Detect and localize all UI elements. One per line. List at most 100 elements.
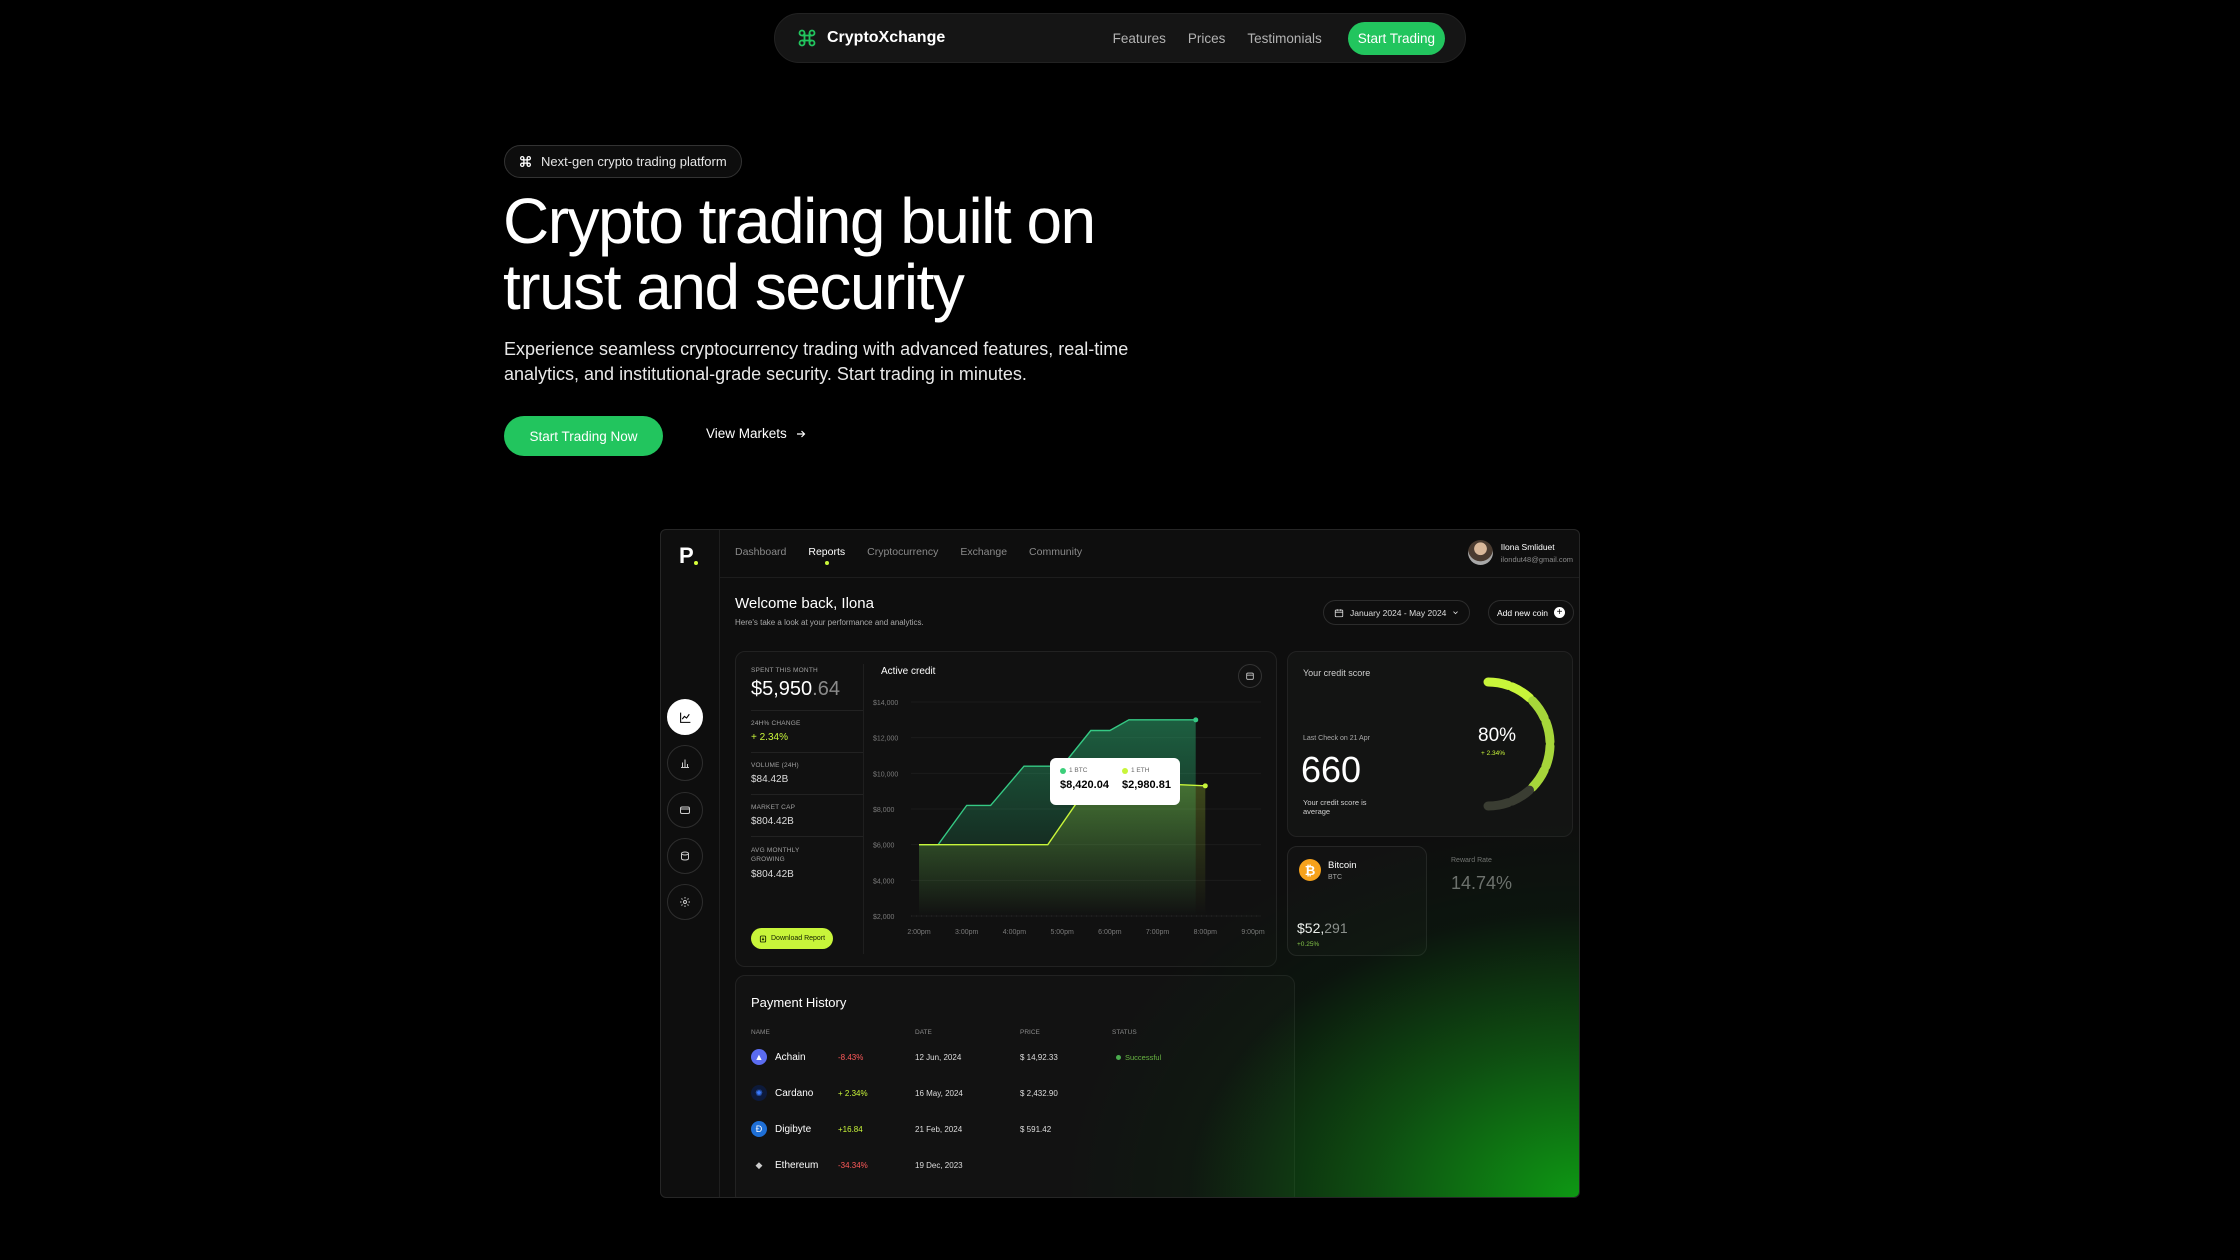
nav-link-features[interactable]: Features: [1113, 31, 1166, 46]
tab-dashboard[interactable]: Dashboard: [735, 546, 786, 558]
y-tick-label: $14,000: [873, 700, 898, 707]
download-report-button[interactable]: Download Report: [751, 928, 834, 949]
ethereum-icon: ◆: [755, 1159, 763, 1170]
welcome-title: Welcome back, Ilona: [735, 595, 874, 612]
gauge-segment: [1483, 677, 1513, 690]
sidebar-coins-button[interactable]: [667, 838, 703, 874]
col-header-name: NAME: [751, 1029, 770, 1036]
welcome-subtitle: Here's take a look at your performance a…: [735, 618, 924, 627]
x-tick-label: 5:00pm: [1050, 929, 1074, 936]
x-tick-label: 9:00pm: [1241, 929, 1265, 936]
bitcoin-symbol: BTC: [1328, 874, 1342, 881]
arrow-right-icon: [796, 430, 806, 437]
achain-icon: ▲: [751, 1049, 767, 1065]
download-icon: [759, 935, 767, 942]
dashboard-preview: P Dashboard Reports Cryptocurrency Excha…: [660, 529, 1580, 1198]
hero-title-line2: trust and security: [503, 251, 965, 323]
hero-subtitle: Experience seamless cryptocurrency tradi…: [504, 339, 1129, 384]
payment-date: 16 May, 2024: [915, 1089, 963, 1098]
x-tick-label: 8:00pm: [1194, 929, 1218, 936]
tab-community[interactable]: Community: [1029, 546, 1082, 558]
coins-icon: [681, 851, 689, 861]
reward-rate-label: Reward Rate: [1451, 857, 1492, 864]
sidebar-settings-button[interactable]: [667, 884, 703, 920]
market-cap-label: MARKET CAP: [751, 804, 796, 811]
start-trading-now-button[interactable]: Start Trading Now: [504, 416, 663, 456]
credit-percent: 80%: [1478, 725, 1517, 746]
calendar-icon: [1246, 672, 1254, 680]
spent-value: $5,950.64: [751, 678, 840, 700]
y-tick-label: $4,000: [873, 878, 895, 885]
hero-badge: Next-gen crypto trading platform: [504, 145, 742, 178]
sidebar-chart-button[interactable]: [667, 699, 703, 735]
y-tick-label: $12,000: [873, 736, 898, 743]
user-profile[interactable]: Ilona Smliduet ilondut48@gmail.com: [1467, 540, 1573, 565]
market-cap-value: $804.42B: [751, 816, 794, 827]
y-tick-label: $2,000: [873, 914, 895, 921]
sidebar-wallet-button[interactable]: [667, 792, 703, 828]
gauge-segment: [1541, 741, 1555, 771]
date-range-picker[interactable]: January 2024 - May 2024: [1323, 600, 1471, 625]
x-tick-label: 7:00pm: [1146, 929, 1170, 936]
gauge-segment: [1528, 765, 1549, 792]
x-tick-label: 4:00pm: [1003, 929, 1027, 936]
reward-rate-value: 14.74%: [1451, 873, 1513, 893]
col-header-date: DATE: [915, 1029, 932, 1036]
table-row[interactable]: Ð Digibyte +16.84 21 Feb, 2024 $ 591.42: [751, 1121, 1291, 1141]
chart-tooltip: 1 BTC $8,420.04 1 ETH $2,980.81: [1050, 758, 1180, 805]
view-markets-label: View Markets: [706, 426, 787, 441]
payment-date: 19 Dec, 2023: [915, 1161, 963, 1170]
x-tick-label: 2:00pm: [907, 929, 931, 936]
dashboard-sidebar: P: [661, 530, 720, 1197]
payment-price: $ 2,432.90: [1020, 1089, 1058, 1098]
view-markets-link[interactable]: View Markets: [706, 426, 807, 441]
gauge-segment: [1528, 696, 1549, 723]
tab-cryptocurrency[interactable]: Cryptocurrency: [867, 546, 938, 558]
user-email: ilondut48@gmail.com: [1500, 554, 1573, 564]
dashboard-logo[interactable]: P: [679, 543, 698, 569]
coin-change: + 2.34%: [838, 1089, 868, 1098]
plus-icon: +: [1554, 607, 1566, 618]
payment-price: $ 591.42: [1020, 1125, 1052, 1134]
change-label: 24H% CHANGE: [751, 720, 801, 727]
table-row[interactable]: ◆ Ethereum -34.34% 19 Dec, 2023: [751, 1157, 1291, 1177]
date-range-label: January 2024 - May 2024: [1350, 607, 1447, 618]
bitcoin-change: +0.25%: [1297, 941, 1320, 948]
gauge-segment: [1541, 717, 1555, 747]
spent-label: SPENT THIS MONTH: [751, 667, 818, 674]
credit-score-value: 660: [1301, 749, 1362, 790]
coin-name: Ethereum: [775, 1160, 819, 1171]
sidebar-bar-chart-button[interactable]: [667, 745, 703, 781]
brand[interactable]: CryptoXchange: [797, 28, 945, 48]
y-tick-label: $8,000: [873, 807, 895, 814]
cardano-icon: ✺: [751, 1085, 767, 1101]
coin-change: +16.84: [838, 1125, 863, 1134]
nav-link-prices[interactable]: Prices: [1188, 31, 1226, 46]
bar-chart-icon: [681, 759, 689, 768]
nav-link-testimonials[interactable]: Testimonials: [1247, 31, 1321, 46]
command-icon: [519, 155, 532, 168]
download-report-label: Download Report: [771, 935, 826, 942]
tab-reports[interactable]: Reports: [808, 546, 845, 565]
table-row[interactable]: ✺ Cardano + 2.34% 16 May, 2024 $ 2,432.9…: [751, 1085, 1291, 1105]
dashboard-tabs: Dashboard Reports Cryptocurrency Exchang…: [735, 546, 1082, 565]
active-credit-chart: $14,000 $12,000 $10,000 $8,000 $6,000 $4,000 $…: [873, 700, 1265, 936]
credit-score-card: Your credit score Last Check on 21 Apr 6…: [1287, 651, 1573, 837]
start-trading-button[interactable]: Start Trading: [1347, 21, 1445, 55]
status-badge: Successful: [1116, 1053, 1161, 1062]
tooltip-eth-value: $2,980.81: [1122, 779, 1171, 791]
digibyte-icon: Ð: [751, 1121, 767, 1137]
bitcoin-name: Bitcoin: [1328, 860, 1357, 871]
growing-label: AVG MONTHLY GROWING: [751, 847, 800, 863]
tooltip-btc-label: 1 BTC: [1060, 767, 1109, 774]
tab-exchange[interactable]: Exchange: [960, 546, 1007, 558]
hero-badge-text: Next-gen crypto trading platform: [541, 154, 727, 169]
add-new-coin-button[interactable]: Add new coin +: [1488, 600, 1575, 625]
bitcoin-card[interactable]: ₿ Bitcoin BTC $52,291 +0.25%: [1287, 846, 1427, 956]
gear-icon: [680, 897, 690, 907]
chart-calendar-button[interactable]: [1238, 664, 1262, 688]
brand-name: CryptoXchange: [827, 29, 946, 46]
table-row[interactable]: ▲ Achain -8.43% 12 Jun, 2024 $ 14,92.33 …: [751, 1049, 1291, 1069]
x-tick-label: 6:00pm: [1098, 929, 1122, 936]
chevron-down-icon: [1453, 611, 1459, 615]
